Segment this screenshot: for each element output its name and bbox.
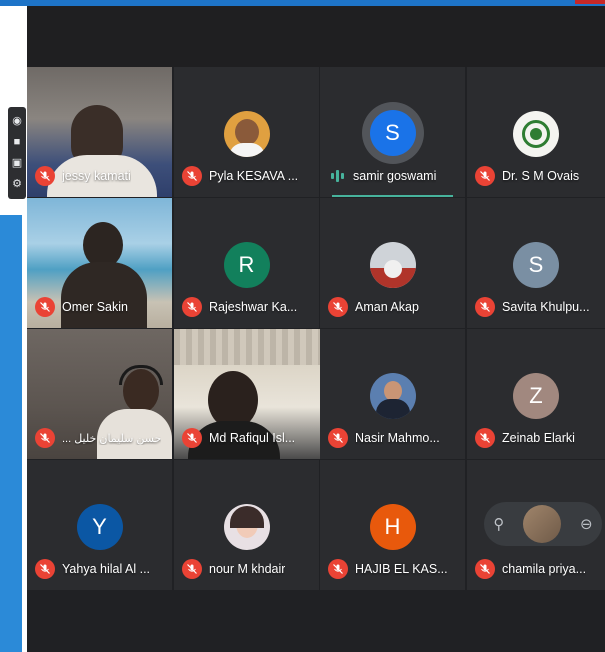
participant-name: Yahya hilal Al ... <box>62 562 151 576</box>
mic-muted-icon <box>182 166 202 186</box>
participant-tile-nasir[interactable]: Nasir Mahmo... <box>320 329 465 459</box>
tile-hover-controls: ⚲ ⊖ <box>484 502 602 546</box>
mic-muted-icon <box>328 559 348 579</box>
participant-name: jessy kamati <box>62 169 131 183</box>
capture-toolbar: ◉ ■ ▣ ⚙ <box>8 107 26 199</box>
picture-icon[interactable]: ▣ <box>12 158 22 169</box>
participant-name: Dr. S M Ovais <box>502 169 580 183</box>
participant-name: Rajeshwar Ka... <box>209 300 298 314</box>
participant-tile-hajib[interactable]: H HAJIB EL KAS... <box>320 460 465 590</box>
mic-muted-icon <box>328 297 348 317</box>
participant-tile-hassan[interactable]: حسن سليمان خليل ... <box>27 329 172 459</box>
speaking-indicator-icon <box>328 170 346 182</box>
participant-tile-samir[interactable]: S samir goswami <box>320 67 465 197</box>
participant-tile-omer[interactable]: Omer Sakin <box>27 198 172 328</box>
mic-muted-icon <box>182 559 202 579</box>
camera-icon[interactable]: ◉ <box>12 116 22 127</box>
participant-tile-jessy[interactable]: jessy kamati <box>27 67 172 197</box>
participant-tile-savita[interactable]: S Savita Khulpu... <box>467 198 605 328</box>
video-icon[interactable]: ■ <box>14 137 21 148</box>
mic-muted-icon <box>182 297 202 317</box>
participant-name: Omer Sakin <box>62 300 128 314</box>
participant-tile-yahya[interactable]: Y Yahya hilal Al ... <box>27 460 172 590</box>
participant-tile-aman[interactable]: Aman Akap <box>320 198 465 328</box>
participant-tile-pyla[interactable]: Pyla KESAVA ... <box>174 67 319 197</box>
avatar <box>513 111 559 157</box>
mic-muted-icon <box>475 297 495 317</box>
avatar <box>223 111 270 157</box>
participant-name: Aman Akap <box>355 300 419 314</box>
participant-name: HAJIB EL KAS... <box>355 562 448 576</box>
participant-name: samir goswami <box>353 169 437 183</box>
mic-muted-icon <box>35 559 55 579</box>
participant-name: حسن سليمان خليل ... <box>62 432 162 445</box>
participant-tile-zeinab[interactable]: Z Zeinab Elarki <box>467 329 605 459</box>
mic-muted-icon <box>35 297 55 317</box>
avatar: S <box>369 110 416 156</box>
participant-name: Md Rafiqul Isl... <box>209 431 296 445</box>
participant-name: chamila priya... <box>502 562 587 576</box>
participant-name: Zeinab Elarki <box>502 431 575 445</box>
participant-name: Nasir Mahmo... <box>355 431 440 445</box>
mic-muted-icon <box>475 559 495 579</box>
participant-name: Savita Khulpu... <box>502 300 590 314</box>
participant-tile-nour[interactable]: nour M khdair <box>174 460 319 590</box>
avatar: S <box>513 242 559 288</box>
participant-tile-ovais[interactable]: Dr. S M Ovais <box>467 67 605 197</box>
mic-muted-icon <box>475 166 495 186</box>
mic-muted-icon <box>35 166 55 186</box>
avatar <box>369 373 416 419</box>
avatar: Z <box>513 373 559 419</box>
speaking-highlight <box>332 195 453 197</box>
window-accent <box>575 0 605 4</box>
stage-header <box>27 6 605 67</box>
participant-name: Pyla KESAVA ... <box>209 169 299 183</box>
participant-tile-rajeshwar[interactable]: R Rajeshwar Ka... <box>174 198 319 328</box>
remove-icon[interactable]: ⊖ <box>580 515 593 533</box>
settings-icon[interactable]: ⚙ <box>12 179 22 190</box>
side-panel-edge <box>0 215 22 652</box>
mic-muted-icon <box>35 428 55 448</box>
avatar <box>223 504 270 550</box>
mic-muted-icon <box>475 428 495 448</box>
avatar: H <box>369 504 416 550</box>
participant-name: nour M khdair <box>209 562 286 576</box>
mic-muted-icon <box>182 428 202 448</box>
pin-icon[interactable]: ⚲ <box>493 515 504 533</box>
avatar <box>369 242 416 288</box>
mic-muted-icon <box>328 428 348 448</box>
avatar: Y <box>76 504 123 550</box>
participant-tile-rafiqul[interactable]: Md Rafiqul Isl... <box>174 329 320 459</box>
avatar <box>523 505 562 543</box>
avatar: R <box>223 242 270 288</box>
